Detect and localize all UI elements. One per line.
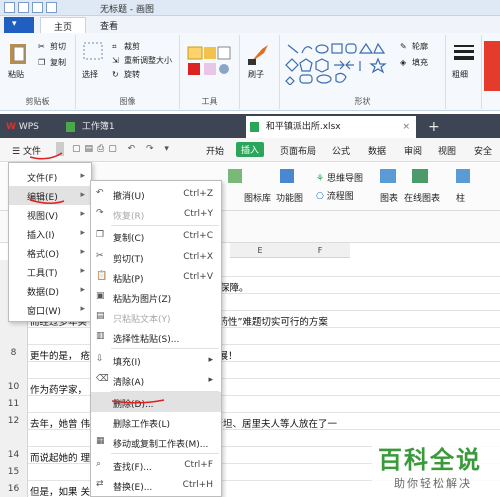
annotation-underline-delete — [111, 399, 165, 404]
watermark: 百科全说 助你轻松解决 — [372, 438, 500, 497]
annotation-overlay — [29, 152, 165, 404]
watermark-title: 百科全说 — [378, 446, 482, 474]
annotation-underline-file — [29, 152, 63, 160]
annotation-underline-edit — [29, 199, 65, 204]
watermark-subtitle: 助你轻松解决 — [394, 477, 472, 490]
